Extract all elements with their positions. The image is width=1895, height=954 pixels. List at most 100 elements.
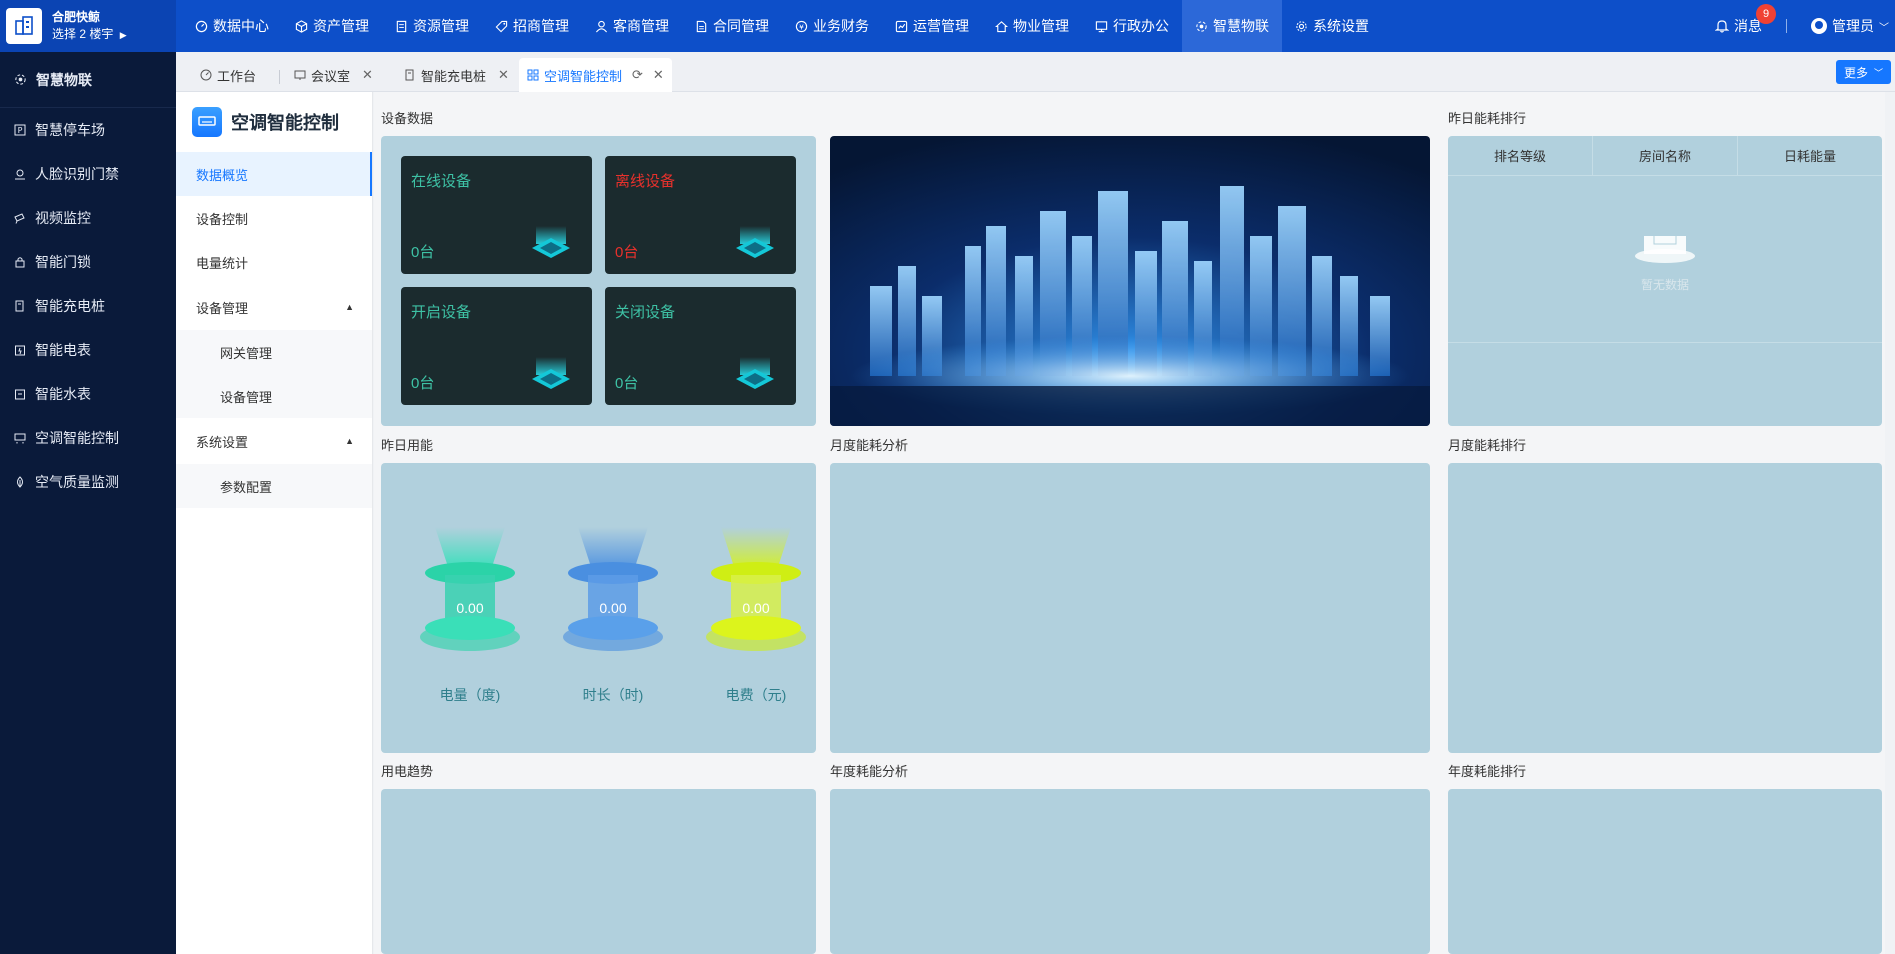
coin-icon: ¥ — [795, 20, 808, 32]
meter-icon — [15, 345, 25, 356]
message-count-badge: 9 — [1756, 4, 1776, 24]
tab-divider — [279, 70, 280, 84]
panel-title-annual-analysis: 年度耗能分析 — [830, 764, 909, 779]
on-devices-label: 开启设备 — [411, 304, 472, 321]
nav-admin-office[interactable]: 行政办公 — [1082, 0, 1182, 52]
menu-label: 设备管理 — [220, 389, 273, 405]
monitor-icon — [1095, 20, 1108, 32]
nav-operations-management[interactable]: 运营管理 — [882, 0, 982, 52]
nav-label: 资产管理 — [313, 18, 369, 34]
offline-devices-label: 离线设备 — [615, 173, 676, 190]
menu-device-management[interactable]: 设备管理 — [176, 374, 372, 418]
sidebar-item-face-access[interactable]: 人脸识别门禁 — [0, 152, 176, 196]
offline-devices-value: 0台 — [615, 244, 639, 261]
menu-group-device-management[interactable]: 设备管理 ▲ — [176, 284, 372, 330]
building-select[interactable]: 选择 2 楼宇 ▶ — [52, 26, 127, 44]
tab-ac-control[interactable]: 空调智能控制 ⟳ ✕ — [519, 58, 672, 92]
empty-text: 暂无数据 — [1640, 278, 1689, 292]
sidebar-item-smart-lock[interactable]: 智能门锁 — [0, 240, 176, 284]
building-selector[interactable]: 合肥快鲸 选择 2 楼宇 ▶ — [0, 0, 176, 52]
close-icon[interactable]: ✕ — [362, 67, 373, 83]
tabs-bar: 工作台 会议室 ✕ 智能充电桩 ✕ 空调智能控制 ⟳ ✕ 更多 ﹀ — [176, 52, 1895, 92]
sidebar-item-label: 人脸识别门禁 — [35, 166, 119, 182]
nav-property-management[interactable]: 物业管理 — [982, 0, 1082, 52]
monitor-icon — [294, 70, 306, 80]
sidebar-item-ac-control[interactable]: 空调智能控制 — [0, 416, 176, 460]
nav-label: 业务财务 — [813, 18, 869, 34]
messages-button[interactable]: 消息 9 — [1715, 4, 1776, 36]
nav-resource-management[interactable]: 资源管理 — [382, 0, 482, 52]
svg-text:P: P — [18, 126, 23, 135]
close-icon[interactable]: ✕ — [498, 67, 509, 83]
fee-label: 电费（元) — [725, 687, 787, 703]
panel-title-monthly-rank: 月度能耗排行 — [1448, 438, 1527, 453]
city-skyline-image — [830, 136, 1430, 426]
parking-icon: P — [14, 124, 26, 136]
sidebar-item-parking[interactable]: P 智慧停车场 — [0, 108, 176, 152]
nav-label: 招商管理 — [513, 18, 569, 34]
nav-system-settings[interactable]: 系统设置 — [1282, 0, 1382, 52]
chevron-up-icon: ▲ — [345, 436, 354, 446]
sidebar-item-label: 智能电表 — [35, 342, 91, 358]
charger-icon — [405, 69, 414, 81]
menu-device-control[interactable]: 设备控制 — [176, 196, 372, 240]
trend-panel — [381, 789, 816, 954]
nav-investment-management[interactable]: 招商管理 — [482, 0, 582, 52]
tab-label: 智能充电桩 — [421, 68, 487, 84]
nav-label: 合同管理 — [713, 18, 769, 34]
nav-business-finance[interactable]: ¥ 业务财务 — [782, 0, 882, 52]
avatar-icon — [1811, 18, 1827, 34]
fee-value: 0.00 — [742, 600, 770, 616]
chip-icon — [736, 357, 774, 389]
main-content: 设备数据 在线设备 0台 离线设备 0台 开启设备 0台 关闭设备 0台 昨日能… — [374, 92, 1885, 954]
contract-icon — [696, 20, 707, 32]
annual-analysis-panel — [830, 789, 1430, 954]
menu-power-stats[interactable]: 电量统计 — [176, 240, 372, 284]
menu-param-config[interactable]: 参数配置 — [176, 464, 372, 508]
sidebar-item-label: 视频监控 — [35, 210, 91, 226]
user-menu[interactable]: 管理员 ﹀ — [1811, 16, 1889, 36]
off-devices-value: 0台 — [615, 375, 639, 392]
menu-data-overview[interactable]: 数据概览 — [176, 152, 372, 196]
main-nav: 数据中心 资产管理 资源管理 招商管理 客商管理 合同管理 ¥ 业务财务 运营管 — [182, 0, 1382, 52]
dashboard-icon — [195, 20, 208, 32]
sidebar-item-label: 智能水表 — [35, 386, 91, 402]
tab-label: 工作台 — [217, 68, 257, 84]
tab-label: 会议室 — [311, 68, 351, 84]
menu-label: 网关管理 — [220, 345, 273, 361]
user-icon — [595, 20, 608, 32]
tab-charging-pile[interactable]: 智能充电桩 ✕ — [396, 58, 517, 92]
company-name: 合肥快鲸 — [52, 9, 101, 24]
close-icon[interactable]: ✕ — [653, 67, 664, 83]
menu-group-system-settings[interactable]: 系统设置 ▲ — [176, 418, 372, 464]
nav-asset-management[interactable]: 资产管理 — [282, 0, 382, 52]
sidebar-item-water-meter[interactable]: 智能水表 — [0, 372, 176, 416]
sidebar-item-air-quality[interactable]: 空气质量监测 — [0, 460, 176, 504]
chevron-up-icon: ▲ — [345, 302, 354, 312]
tab-meeting-room[interactable]: 会议室 ✕ — [286, 58, 381, 92]
col-rank: 排名等级 — [1448, 136, 1593, 175]
module-title: 空调智能控制 — [176, 92, 372, 152]
col-room: 房间名称 — [1593, 136, 1738, 175]
sidebar: 智慧物联 P 智慧停车场 人脸识别门禁 视频监控 智能门锁 智能充电桩 智能电表… — [0, 52, 176, 954]
nav-data-center[interactable]: 数据中心 — [182, 0, 282, 52]
gauge-graphic — [420, 527, 520, 651]
tab-workbench[interactable]: 工作台 — [192, 58, 264, 92]
yesterday-rank-panel: 排名等级 房间名称 日耗能量 暂无数据 — [1448, 136, 1882, 426]
panel-title-yesterday-rank: 昨日能耗排行 — [1448, 111, 1527, 126]
lock-icon — [15, 257, 25, 268]
menu-gateway-management[interactable]: 网关管理 — [176, 330, 372, 374]
refresh-icon[interactable]: ⟳ — [632, 67, 643, 83]
nav-contract-management[interactable]: 合同管理 — [682, 0, 782, 52]
nav-label: 行政办公 — [1113, 18, 1169, 34]
gauge-graphic — [706, 527, 806, 651]
sidebar-item-charging-pile[interactable]: 智能充电桩 — [0, 284, 176, 328]
sidebar-item-video[interactable]: 视频监控 — [0, 196, 176, 240]
more-tabs-button[interactable]: 更多 ﹀ — [1835, 60, 1891, 84]
nav-smart-iot[interactable]: 智慧物联 — [1182, 0, 1282, 52]
svg-text:¥: ¥ — [799, 22, 804, 31]
gauge-graphic — [563, 527, 663, 651]
nav-merchant-management[interactable]: 客商管理 — [582, 0, 682, 52]
sidebar-item-electric-meter[interactable]: 智能电表 — [0, 328, 176, 372]
menu-label: 设备控制 — [196, 211, 249, 227]
